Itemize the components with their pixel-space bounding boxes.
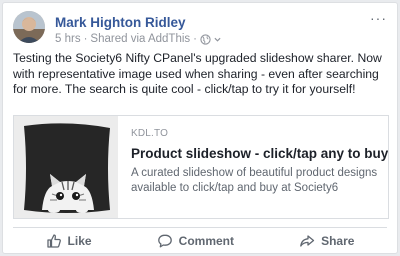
thumbs-up-icon bbox=[46, 233, 62, 249]
like-button[interactable]: Like bbox=[36, 230, 102, 252]
post-card: Mark Highton Ridley 5 hrs · Shared via A… bbox=[2, 2, 398, 254]
link-preview[interactable]: KDL.TO Product slideshow - click/tap any… bbox=[13, 115, 389, 219]
link-description: A curated slideshow of beautiful product… bbox=[131, 167, 378, 194]
share-arrow-icon bbox=[299, 233, 315, 249]
post-text: Testing the Society6 Nifty CPanel's upgr… bbox=[13, 51, 389, 98]
shared-via[interactable]: Shared via AddThis bbox=[90, 33, 190, 45]
link-title[interactable]: Product slideshow - click/tap any to buy bbox=[131, 146, 388, 161]
post-meta: 5 hrs · Shared via AddThis · bbox=[55, 33, 221, 45]
link-info[interactable]: KDL.TO Product slideshow - click/tap any… bbox=[131, 128, 388, 196]
meta-separator-2: · bbox=[193, 33, 197, 45]
link-domain: KDL.TO bbox=[131, 128, 169, 139]
like-label: Like bbox=[67, 234, 92, 248]
author-name[interactable]: Mark Highton Ridley bbox=[55, 15, 186, 30]
link-thumbnail[interactable] bbox=[14, 116, 118, 218]
speech-bubble-icon bbox=[157, 233, 173, 249]
globe-icon[interactable] bbox=[200, 33, 211, 45]
share-button[interactable]: Share bbox=[289, 230, 364, 252]
meta-separator: · bbox=[83, 33, 88, 45]
ellipsis-icon[interactable]: ··· bbox=[370, 11, 387, 25]
chevron-down-icon[interactable] bbox=[214, 36, 221, 43]
post-body: Testing the Society6 Nifty CPanel's upgr… bbox=[13, 51, 382, 97]
post-header: Mark Highton Ridley 5 hrs · Shared via A… bbox=[13, 11, 387, 45]
action-bar: Like Comment Share bbox=[13, 227, 387, 254]
share-label: Share bbox=[321, 234, 355, 248]
avatar[interactable] bbox=[13, 11, 45, 43]
comment-button[interactable]: Comment bbox=[147, 230, 244, 252]
post-time[interactable]: 5 hrs bbox=[55, 33, 81, 45]
comment-label: Comment bbox=[178, 234, 234, 248]
